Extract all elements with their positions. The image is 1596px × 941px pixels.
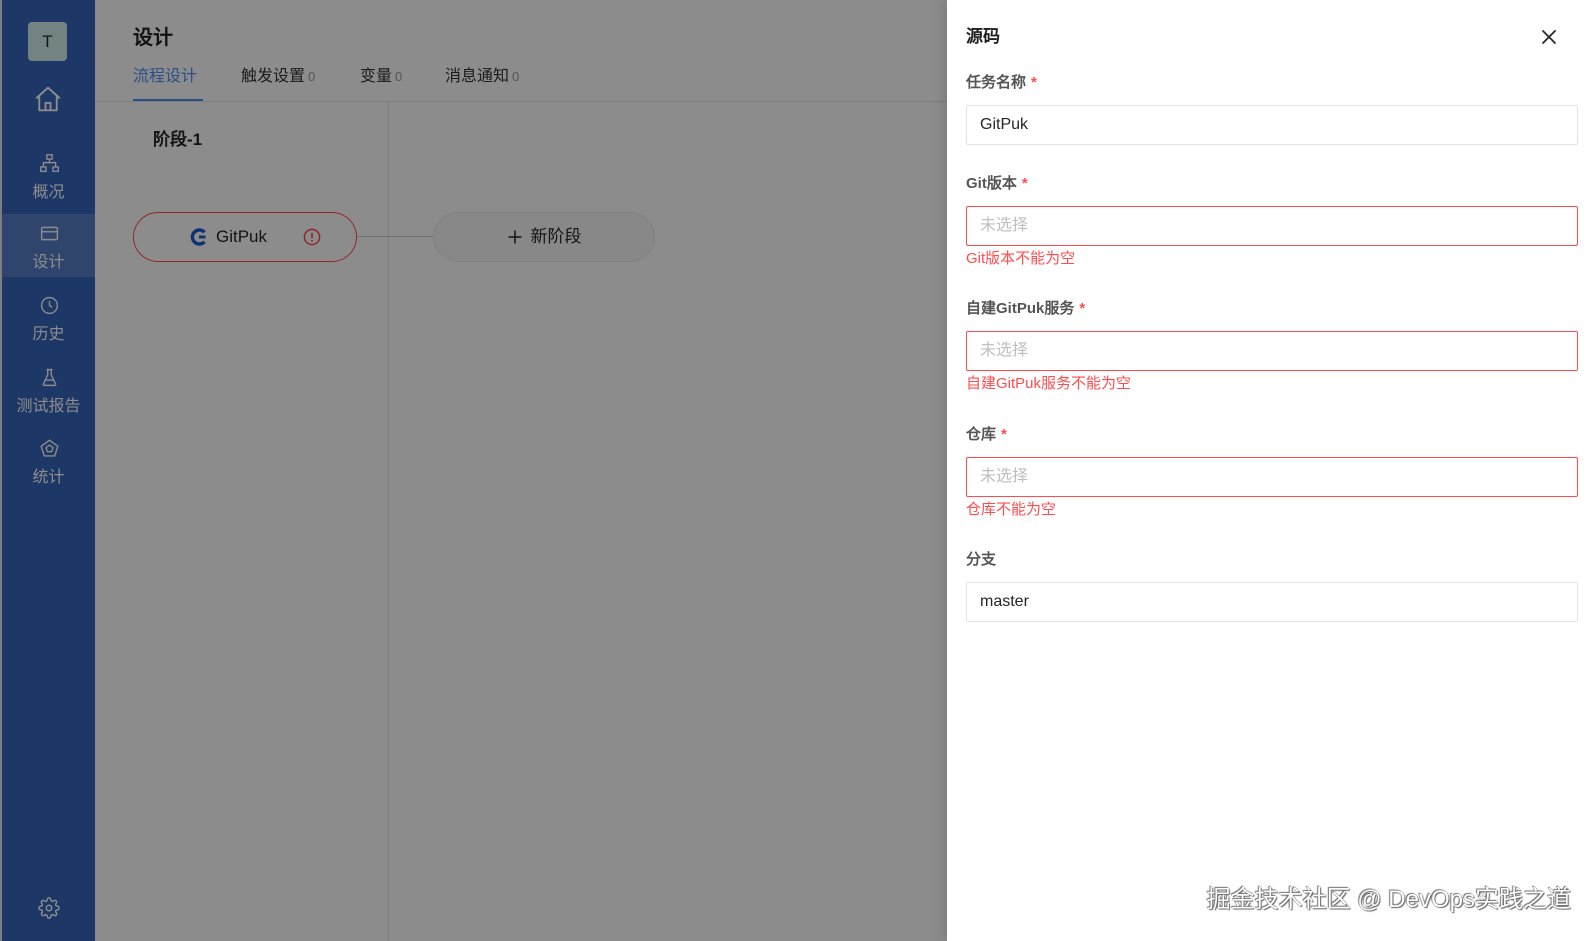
repository-select[interactable] — [966, 457, 1578, 497]
field-error: 自建GitPuk服务不能为空 — [966, 375, 1132, 392]
task-name-field: 任务名称 * — [966, 72, 1578, 172]
gitpuk-service-field: 自建GitPuk服务* 自建GitPuk服务不能为空 — [966, 298, 1578, 398]
app-window: T 概况 设计 历史 测试报告 统计 设计 流程设计 触发设置 0 变量 0 消… — [0, 0, 1596, 941]
close-icon[interactable] — [1540, 28, 1558, 46]
required-mark: * — [1021, 175, 1028, 192]
gitpuk-service-select[interactable] — [966, 331, 1578, 371]
repository-field: 仓库* 仓库不能为空 — [966, 424, 1578, 524]
field-label-text: 自建GitPuk服务 — [966, 300, 1075, 317]
branch-field: 分支 — [966, 549, 1578, 649]
source-drawer: 源码 任务名称* Git版本* Git版本不能为空 自建GitPuk服务* 自建… — [947, 0, 1596, 941]
field-label: 分支 — [966, 549, 996, 570]
task-name-input[interactable] — [966, 105, 1578, 145]
field-error: Git版本不能为空 — [966, 250, 1076, 267]
required-mark: * — [1079, 300, 1086, 317]
git-version-select[interactable] — [966, 206, 1578, 246]
field-label: 仓库 * — [966, 424, 1007, 445]
required-mark: * — [1001, 426, 1007, 443]
required-mark: * — [1031, 74, 1037, 91]
field-label: 任务名称 * — [966, 72, 1037, 93]
field-error: 仓库不能为空 — [966, 501, 1057, 518]
field-label: Git版本 * — [966, 173, 1028, 194]
git-version-field: Git版本* Git版本不能为空 — [966, 173, 1578, 273]
branch-input[interactable] — [966, 582, 1578, 622]
field-label: 自建GitPuk服务 * — [966, 298, 1085, 319]
field-label-text: 分支 — [966, 551, 997, 568]
drawer-title: 源码 — [966, 27, 1000, 46]
field-label-text: 任务名称 — [966, 74, 1027, 91]
field-label-text: Git版本 — [966, 175, 1017, 192]
field-label-text: 仓库 — [966, 426, 997, 443]
watermark: 掘金技术社区 @ DevOps实践之道 — [1206, 886, 1571, 913]
